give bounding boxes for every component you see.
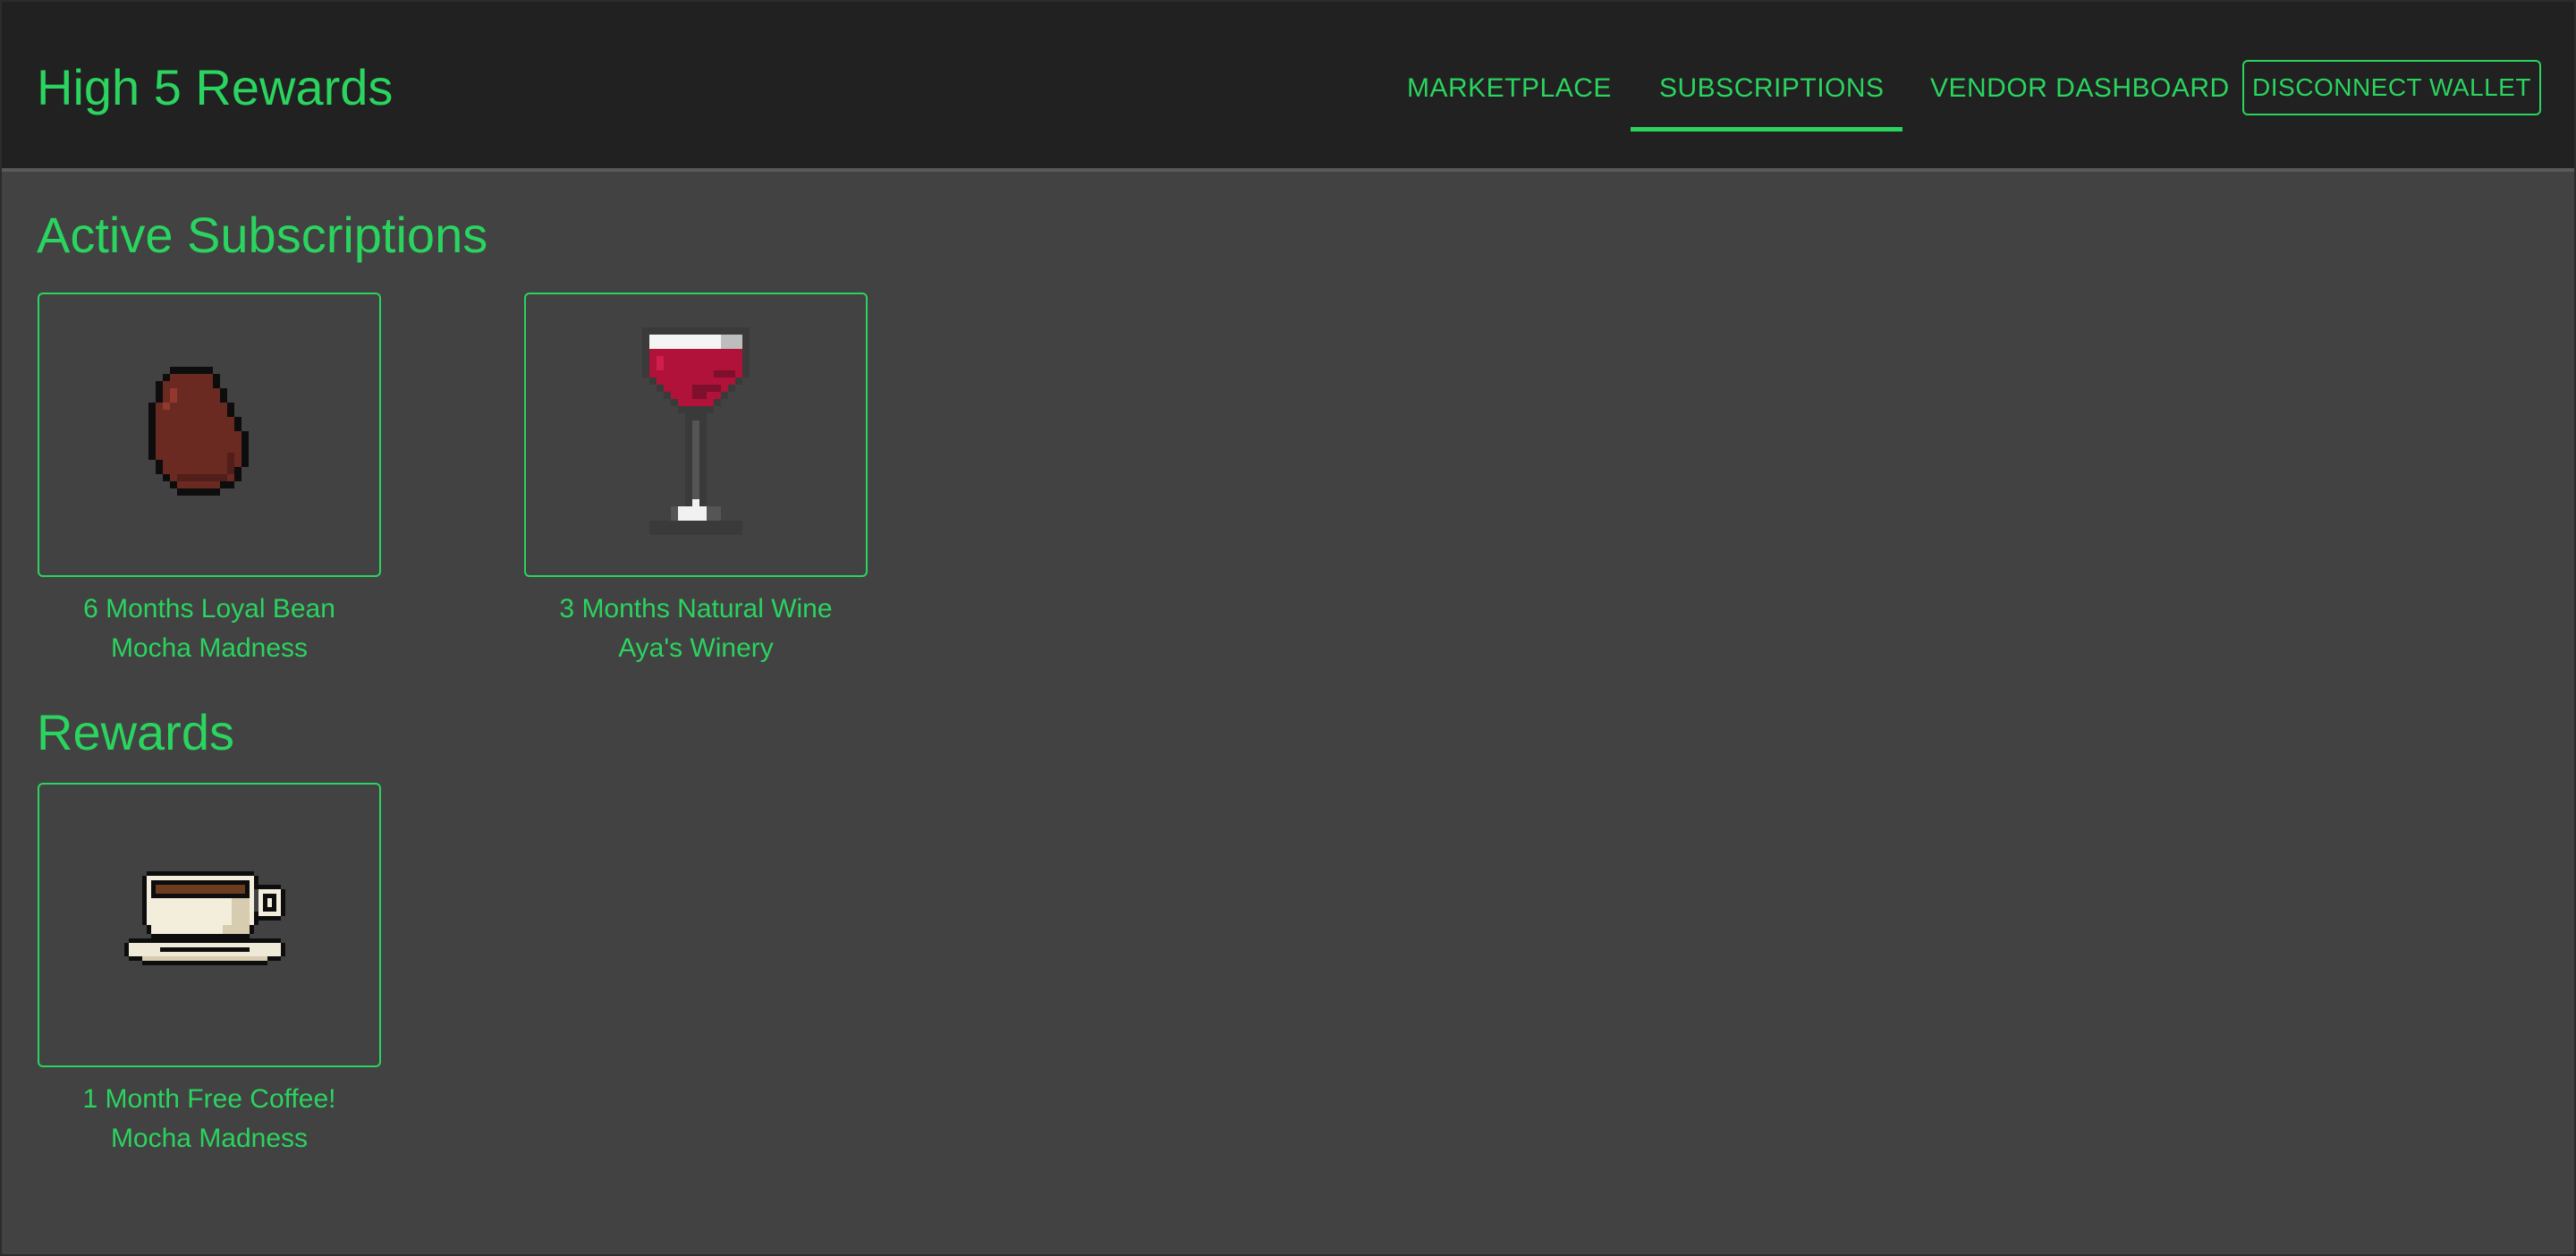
app-window: High 5 Rewards MARKETPLACE SUBSCRIPTIONS… xyxy=(0,0,2576,1256)
disconnect-wallet-button[interactable]: DISCONNECT WALLET xyxy=(2242,60,2541,115)
subscription-card-natural-wine[interactable]: 3 Months Natural Wine Aya's Winery xyxy=(524,293,868,668)
reward-card-free-coffee[interactable]: 1 Month Free Coffee! Mocha Madness xyxy=(38,783,381,1158)
active-subscriptions-heading: Active Subscriptions xyxy=(37,207,488,263)
app-title: High 5 Rewards xyxy=(37,59,394,115)
nav-marketplace[interactable]: MARKETPLACE xyxy=(1407,71,1612,106)
nav-subscriptions[interactable]: SUBSCRIPTIONS xyxy=(1659,71,1885,106)
subscription-card-image xyxy=(524,293,868,577)
reward-card-image xyxy=(38,783,381,1067)
subscription-card-loyal-bean[interactable]: 6 Months Loyal Bean Mocha Madness xyxy=(38,293,381,668)
wine-glass-icon xyxy=(642,327,750,535)
coffee-cup-icon xyxy=(124,871,285,965)
rewards-heading: Rewards xyxy=(37,704,234,760)
active-tab-indicator xyxy=(1631,127,1902,132)
subscription-vendor: Mocha Madness xyxy=(110,633,309,663)
subscription-name: 3 Months Natural Wine xyxy=(559,594,833,624)
subscription-card-image xyxy=(38,293,381,577)
reward-vendor: Mocha Madness xyxy=(110,1124,309,1153)
subscription-vendor: Aya's Winery xyxy=(618,633,774,663)
subscription-name: 6 Months Loyal Bean xyxy=(83,594,335,624)
reward-name: 1 Month Free Coffee! xyxy=(82,1084,336,1114)
app-bar: High 5 Rewards MARKETPLACE SUBSCRIPTIONS… xyxy=(2,2,2574,172)
coffee-bean-icon xyxy=(148,367,249,496)
nav-vendor-dashboard[interactable]: VENDOR DASHBOARD xyxy=(1930,71,2230,106)
